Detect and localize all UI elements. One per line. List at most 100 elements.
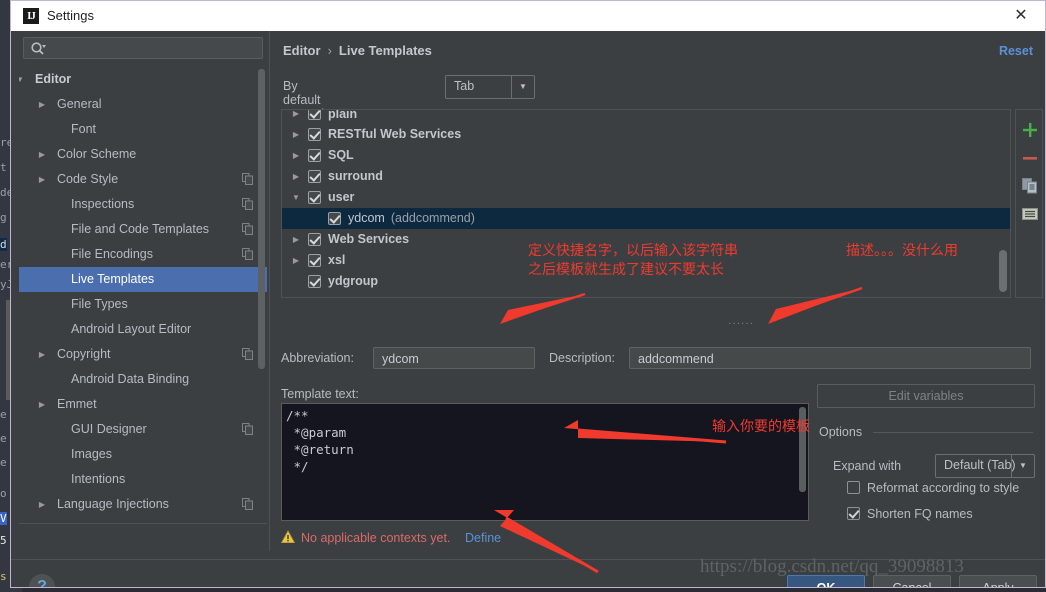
templates-toolbar — [1015, 109, 1043, 298]
plus-icon[interactable] — [1020, 120, 1040, 140]
abbreviation-field[interactable] — [373, 347, 535, 369]
breadcrumb-separator-icon: › — [327, 43, 332, 58]
warning-icon — [281, 530, 295, 544]
template-row[interactable]: ▶ xsl — [282, 250, 1010, 271]
cancel-button[interactable]: Cancel — [873, 575, 951, 587]
sidebar-item-font[interactable]: Font — [19, 117, 267, 142]
settings-tree[interactable]: ▼ Editor ▶ General Font ▶ Color Scheme ▶ Code St… — [19, 67, 267, 557]
template-checkbox[interactable] — [308, 191, 321, 204]
close-icon[interactable]: ✕ — [1011, 6, 1031, 26]
template-checkbox[interactable] — [308, 110, 321, 120]
sidebar-item-file-and-code-templates[interactable]: File and Code Templates — [19, 217, 267, 242]
templates-scrollbar[interactable] — [999, 250, 1007, 292]
sidebar-item-file-types[interactable]: File Types — [19, 292, 267, 317]
sidebar-item-copyright[interactable]: ▶ Copyright — [19, 342, 267, 367]
sidebar-item-label: Copyright — [57, 347, 111, 361]
edit-variables-button[interactable]: Edit variables — [817, 384, 1035, 408]
sidebar-item-live-templates[interactable]: Live Templates — [19, 267, 267, 292]
copy-icon — [242, 498, 253, 510]
sidebar-item-label: Inspections — [71, 197, 135, 211]
template-row[interactable]: ▼ user — [282, 187, 1010, 208]
sidebar-scrollbar[interactable] — [258, 69, 265, 369]
chevron-right-icon[interactable]: ▶ — [290, 166, 302, 187]
chevron-right-icon[interactable]: ▶ — [35, 142, 49, 167]
template-row[interactable]: ▶ plain — [282, 110, 1010, 124]
template-row[interactable]: ydgroup — [282, 271, 1010, 292]
sidebar-item-label: Intentions — [71, 472, 126, 486]
chevron-down-icon[interactable]: ▼ — [290, 187, 302, 208]
sidebar-item-color-scheme[interactable]: ▶ Color Scheme — [19, 142, 267, 167]
sidebar-item-label: File Encodings — [71, 247, 153, 261]
chevron-right-icon[interactable]: ▶ — [290, 145, 302, 166]
dialog-body: ▼ Editor ▶ General Font ▶ Color Scheme ▶ Code St… — [11, 31, 1045, 587]
expand-with-combo[interactable]: Default (Tab) ▼ — [935, 454, 1035, 478]
sidebar-item-label: Emmet — [57, 397, 97, 411]
chevron-down-icon[interactable]: ▼ — [1011, 455, 1034, 477]
sidebar-item-intentions[interactable]: Intentions — [19, 467, 267, 492]
ok-button[interactable]: OK — [787, 575, 865, 587]
template-text-label: Template text: — [281, 387, 359, 401]
list-icon[interactable] — [1020, 204, 1040, 224]
reformat-checkbox[interactable] — [847, 481, 860, 494]
chevron-right-icon[interactable]: ▶ — [35, 342, 49, 367]
sidebar-item-gui-designer[interactable]: GUI Designer — [19, 417, 267, 442]
apply-button[interactable]: Apply — [959, 575, 1037, 587]
template-editor-scrollbar[interactable] — [799, 407, 806, 492]
template-label: ydcom (addcommend) — [348, 208, 475, 229]
template-label: Web Services — [328, 229, 409, 250]
minus-icon[interactable] — [1020, 148, 1040, 168]
abbreviation-input[interactable] — [380, 349, 532, 369]
default-expand-combo[interactable]: Tab ▼ — [445, 75, 535, 99]
sidebar-item-android-layout-editor[interactable]: Android Layout Editor — [19, 317, 267, 342]
template-checkbox[interactable] — [308, 275, 321, 288]
search-box[interactable] — [23, 37, 263, 59]
vertical-divider — [269, 31, 270, 551]
sidebar-item-language-injections[interactable]: ▶ Language Injections — [19, 492, 267, 517]
splitter-handle[interactable]: ․․․․․․ — [728, 319, 758, 324]
template-text-editor[interactable]: /** *@param *@return */ — [281, 403, 809, 521]
template-name: surround — [328, 169, 383, 183]
define-context-link[interactable]: Define — [465, 529, 501, 547]
chevron-right-icon[interactable]: ▶ — [35, 92, 49, 117]
sidebar-item-inspections[interactable]: Inspections — [19, 192, 267, 217]
template-checkbox[interactable] — [308, 254, 321, 267]
duplicate-icon[interactable] — [1020, 176, 1040, 196]
template-row[interactable]: ydcom (addcommend) — [282, 208, 1010, 229]
template-checkbox[interactable] — [308, 170, 321, 183]
shorten-fq-checkbox[interactable] — [847, 507, 860, 520]
chevron-right-icon[interactable]: ▶ — [35, 167, 49, 192]
description-field[interactable] — [629, 347, 1031, 369]
template-checkbox[interactable] — [328, 212, 341, 225]
sidebar-item-emmet[interactable]: ▶ Emmet — [19, 392, 267, 417]
templates-tree[interactable]: ▶ plain ▶ RESTful Web Services ▶ SQL ▶ surround… — [281, 109, 1011, 298]
breadcrumb-root[interactable]: Editor — [283, 43, 321, 58]
template-checkbox[interactable] — [308, 233, 321, 246]
chevron-right-icon[interactable]: ▶ — [35, 492, 49, 517]
background-text-fragment: d — [0, 238, 7, 251]
help-button[interactable]: ? — [29, 574, 55, 587]
search-input[interactable] — [50, 40, 259, 59]
reset-link[interactable]: Reset — [999, 44, 1033, 58]
sidebar-item-editor[interactable]: ▼ Editor — [19, 67, 267, 92]
chevron-right-icon[interactable]: ▶ — [290, 229, 302, 250]
abbreviation-label: Abbreviation: — [281, 351, 354, 365]
chevron-right-icon[interactable]: ▶ — [290, 124, 302, 145]
sidebar-item-images[interactable]: Images — [19, 442, 267, 467]
template-checkbox[interactable] — [308, 149, 321, 162]
chevron-right-icon[interactable]: ▶ — [35, 392, 49, 417]
chevron-right-icon[interactable]: ▶ — [290, 250, 302, 271]
chevron-down-icon[interactable]: ▼ — [511, 76, 534, 98]
sidebar-item-code-style[interactable]: ▶ Code Style — [19, 167, 267, 192]
description-input[interactable] — [636, 349, 1028, 369]
sidebar-item-file-encodings[interactable]: File Encodings — [19, 242, 267, 267]
template-checkbox[interactable] — [308, 128, 321, 141]
template-row[interactable]: ▶ RESTful Web Services — [282, 124, 1010, 145]
template-row[interactable]: ▶ Web Services — [282, 229, 1010, 250]
chevron-right-icon[interactable]: ▶ — [290, 110, 302, 118]
sidebar-item-android-data-binding[interactable]: Android Data Binding — [19, 367, 267, 392]
sidebar-item-general[interactable]: ▶ General — [19, 92, 267, 117]
template-row[interactable]: ▶ surround — [282, 166, 1010, 187]
background-text-fragment: s — [0, 570, 7, 583]
template-row[interactable]: ▶ SQL — [282, 145, 1010, 166]
chevron-down-icon[interactable]: ▼ — [19, 67, 27, 92]
